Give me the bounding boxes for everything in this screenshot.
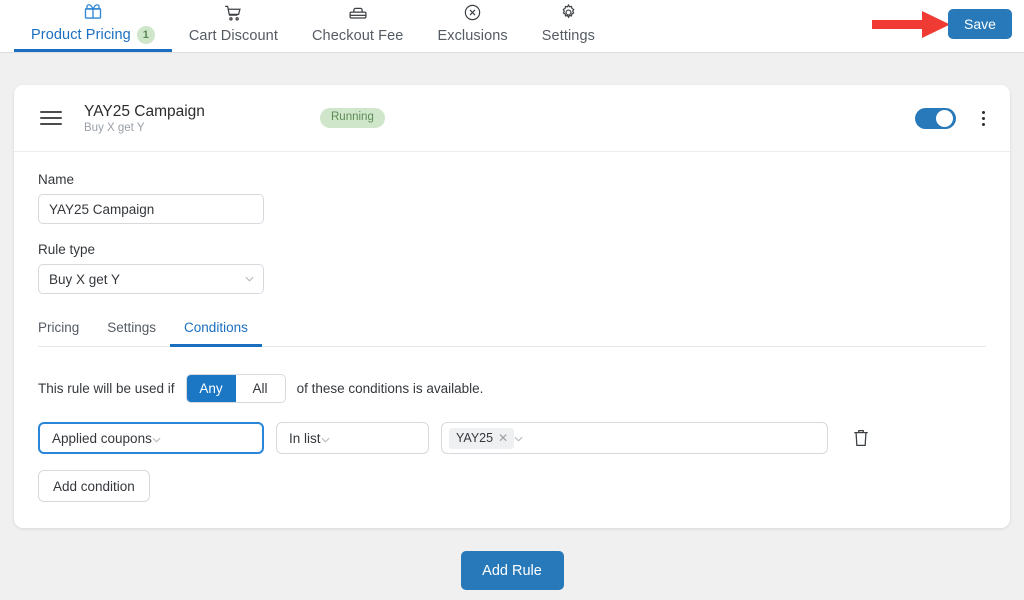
shopping-cart-icon	[223, 3, 243, 23]
tab-cart-discount-label: Cart Discount	[188, 28, 278, 44]
name-input[interactable]	[38, 194, 264, 224]
chevron-down-icon	[245, 276, 254, 282]
chevron-down-icon	[514, 429, 523, 447]
top-navigation-bar: Product Pricing 1 Cart Discount Checkout…	[0, 0, 1024, 53]
tab-exclusions-label: Exclusions	[437, 28, 508, 44]
inner-tab-active-underline	[170, 344, 262, 347]
gift-icon	[83, 1, 103, 21]
tab-exclusions[interactable]: Exclusions	[420, 0, 524, 52]
tab-checkout-fee[interactable]: Checkout Fee	[295, 0, 420, 52]
kebab-dot	[981, 116, 985, 120]
tab-product-pricing[interactable]: Product Pricing 1	[14, 0, 172, 52]
drag-handle-line	[40, 111, 62, 113]
condition-intro-prefix: This rule will be used if	[38, 381, 175, 396]
trash-icon[interactable]	[852, 428, 870, 448]
inner-tab-settings-label: Settings	[107, 320, 157, 335]
save-button[interactable]: Save	[948, 9, 1012, 39]
tab-underline	[295, 49, 420, 52]
condition-match-row: This rule will be used if Any All of the…	[38, 374, 986, 403]
circle-x-icon	[463, 3, 482, 23]
condition-operator-select[interactable]: In list	[276, 422, 429, 454]
inner-tab-settings[interactable]: Settings	[93, 320, 170, 346]
condition-operator-value: In list	[289, 430, 321, 446]
inner-tab-underline	[38, 344, 93, 347]
tab-product-pricing-count-badge: 1	[136, 26, 155, 44]
tag-chip: YAY25 ✕	[449, 427, 515, 449]
checkout-counter-icon	[348, 3, 368, 23]
inner-tab-conditions[interactable]: Conditions	[170, 320, 262, 347]
drag-handle-line	[40, 117, 62, 119]
inner-tab-pricing-label: Pricing	[38, 320, 80, 335]
tab-cart-discount[interactable]: Cart Discount	[172, 0, 295, 52]
chevron-down-icon	[321, 431, 330, 446]
tab-checkout-fee-label: Checkout Fee	[311, 28, 404, 44]
tab-underline	[172, 49, 295, 52]
tab-settings-label: Settings	[541, 28, 595, 44]
drag-handle-line	[40, 123, 62, 125]
condition-row: Applied coupons In list YAY25 ✕	[38, 422, 986, 454]
tab-underline	[420, 49, 524, 52]
rule-card: YAY25 Campaign Buy X get Y Running Name …	[14, 85, 1010, 528]
condition-field-select[interactable]: Applied coupons	[38, 422, 264, 454]
main-tab-list: Product Pricing 1 Cart Discount Checkout…	[0, 0, 612, 52]
inner-tab-underline	[93, 344, 170, 347]
rule-title: YAY25 Campaign	[84, 102, 205, 120]
add-rule-row: Add Rule	[0, 551, 1024, 590]
rule-card-body: Name Rule type Buy X get Y Pricing	[14, 152, 1010, 528]
gear-icon	[559, 3, 578, 23]
inner-tab-pricing[interactable]: Pricing	[38, 320, 93, 346]
rule-type-select[interactable]: Buy X get Y	[38, 264, 264, 294]
condition-field-value: Applied coupons	[52, 430, 152, 446]
add-rule-button[interactable]: Add Rule	[460, 551, 564, 590]
app-root: Product Pricing 1 Cart Discount Checkout…	[0, 0, 1024, 600]
inner-tab-conditions-label: Conditions	[184, 320, 248, 335]
tab-underline	[525, 49, 612, 52]
toggle-knob	[936, 109, 953, 127]
rule-title-block: YAY25 Campaign Buy X get Y	[84, 102, 320, 134]
rule-type-label: Rule type	[38, 242, 96, 257]
tab-active-underline	[14, 49, 172, 52]
match-type-all-button[interactable]: All	[235, 375, 285, 402]
drag-handle-icon[interactable]	[40, 111, 62, 125]
kebab-menu-icon[interactable]	[974, 109, 992, 128]
chevron-down-icon	[152, 431, 161, 446]
tag-remove-icon[interactable]: ✕	[498, 432, 508, 444]
rule-subtitle: Buy X get Y	[84, 122, 145, 135]
rule-inner-tab-list: Pricing Settings Conditions	[38, 320, 986, 347]
match-type-any-button[interactable]: Any	[186, 375, 236, 402]
rule-type-value: Buy X get Y	[49, 271, 121, 287]
kebab-dot	[981, 110, 985, 114]
tag-chip-label: YAY25	[456, 430, 494, 445]
tab-settings[interactable]: Settings	[525, 0, 612, 52]
kebab-dot	[981, 122, 985, 126]
name-field-label: Name	[38, 172, 75, 187]
condition-intro-suffix: of these conditions is available.	[296, 381, 484, 396]
rule-enable-toggle[interactable]	[915, 107, 956, 129]
pointer-arrow-annotation	[872, 11, 950, 38]
match-type-toggle-group: Any All	[185, 374, 286, 403]
tab-product-pricing-label: Product Pricing	[31, 27, 131, 43]
condition-value-multiselect[interactable]: YAY25 ✕	[441, 422, 828, 454]
status-badge: Running	[320, 107, 385, 129]
add-condition-button[interactable]: Add condition	[38, 470, 150, 502]
rule-card-header: YAY25 Campaign Buy X get Y Running	[14, 85, 1010, 152]
